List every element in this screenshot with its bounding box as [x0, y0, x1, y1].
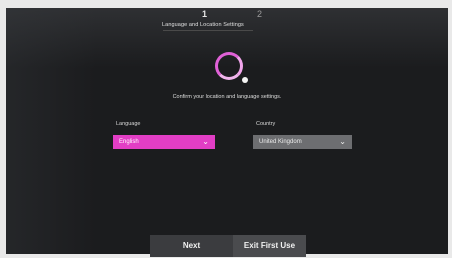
language-select[interactable]: English ⌄: [113, 135, 215, 149]
language-label: Language: [116, 121, 141, 127]
spinner-dot-icon: [242, 77, 248, 83]
confirm-message: Confirm your location and language setti…: [172, 94, 282, 100]
screen-glare-left: [6, 8, 96, 254]
loading-spinner-icon: [215, 52, 243, 80]
step-title: Language and Location Settings: [162, 22, 244, 28]
step-1-number: 1: [202, 9, 208, 19]
chevron-down-icon: ⌄: [339, 137, 346, 146]
country-value: United Kingdom: [259, 139, 302, 145]
tv-screen: 1 2 Language and Location Settings Confi…: [6, 8, 448, 254]
step-divider: [163, 30, 253, 31]
country-select[interactable]: United Kingdom ⌄: [253, 135, 352, 149]
step-indicator: 1 2 Language and Location Settings: [6, 8, 448, 32]
step-2-number: 2: [257, 9, 263, 19]
country-label: Country: [256, 121, 276, 127]
language-value: English: [119, 139, 139, 145]
next-button[interactable]: Next: [150, 235, 233, 257]
chevron-down-icon: ⌄: [202, 137, 209, 146]
exit-first-use-button[interactable]: Exit First Use: [233, 235, 306, 257]
